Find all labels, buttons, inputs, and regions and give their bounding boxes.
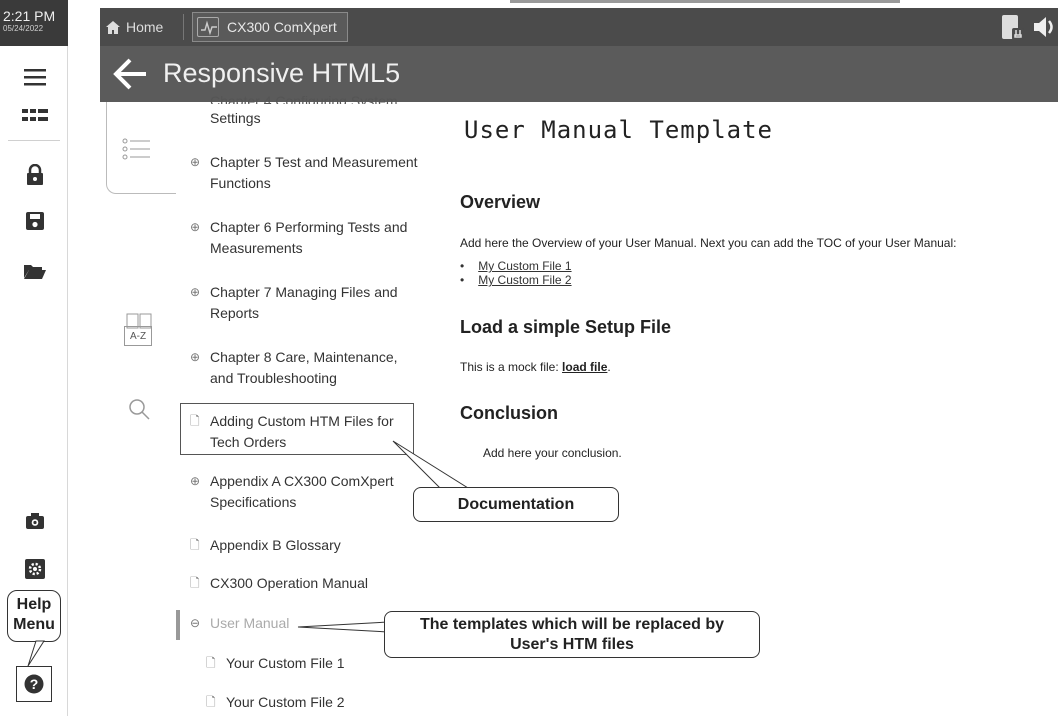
arrow-left-icon xyxy=(113,58,146,90)
expand-plus-icon: ⊕ xyxy=(190,285,201,299)
documentation-callout: Documentation xyxy=(413,487,619,522)
toc-item-label: and Troubleshooting xyxy=(210,370,337,386)
highlight-box xyxy=(180,403,414,455)
setup-paragraph: This is a mock file: load file. xyxy=(460,360,611,374)
toc-item-label: Settings xyxy=(210,110,261,126)
setup-text: This is a mock file: xyxy=(460,360,559,374)
help-callout-line1: Help xyxy=(16,596,52,613)
toc-item-appendix-b[interactable]: 🗋 Appendix B Glossary xyxy=(190,535,430,556)
expand-plus-icon: ⊕ xyxy=(190,350,201,364)
link-custom-file-2[interactable]: My Custom File 2 xyxy=(478,273,571,287)
clock-time: 2:21 PM xyxy=(3,8,56,24)
home-tab[interactable]: Home xyxy=(106,14,163,40)
page-icon: 🗋 xyxy=(206,695,216,709)
home-icon xyxy=(106,20,120,34)
toc-list-icon[interactable] xyxy=(122,138,150,160)
toc-item-appendix-a[interactable]: ⊕ Appendix A CX300 ComXpert Specification… xyxy=(190,471,430,513)
screenshot-icon[interactable] xyxy=(22,508,48,534)
help-menu-callout: Help Menu xyxy=(7,590,61,642)
toc-item-label: Chapter 7 Managing Files and xyxy=(210,284,398,300)
list-item: • My Custom File 2 xyxy=(460,273,572,287)
svg-text:?: ? xyxy=(30,676,39,692)
status-icons xyxy=(1000,12,1058,42)
toc-item-label: Your Custom File 1 xyxy=(226,655,345,671)
nav-icon-column: A-Z xyxy=(100,102,176,716)
lock-icon[interactable] xyxy=(22,162,48,188)
speaker-icon xyxy=(1034,17,1053,37)
toc-item-label: Appendix A CX300 ComXpert xyxy=(210,473,394,489)
list-item: • My Custom File 1 xyxy=(460,259,572,273)
toc-item-chapter-5[interactable]: ⊕ Chapter 5 Test and Measurement Function… xyxy=(190,152,430,194)
setup-heading: Load a simple Setup File xyxy=(460,317,672,337)
toc-item-label: User Manual xyxy=(210,615,290,631)
toc-item-label: Measurements xyxy=(210,240,303,256)
templates-callout-line2: User's HTM files xyxy=(510,636,634,653)
page-icon: 🗋 xyxy=(190,538,200,552)
book-icon[interactable] xyxy=(126,312,152,330)
toc-item-label: Functions xyxy=(210,175,271,191)
toc-item-cut-off[interactable]: Chapter 4 Configuring System xyxy=(210,92,398,104)
templates-callout: The templates which will be replaced by … xyxy=(384,611,760,658)
folder-open-icon[interactable] xyxy=(22,258,48,284)
expand-plus-icon: ⊕ xyxy=(190,155,201,169)
status-clock: 2:21 PM 05/24/2022 xyxy=(0,0,68,46)
overview-heading: Overview xyxy=(460,192,541,212)
link-custom-file-1[interactable]: My Custom File 1 xyxy=(478,259,571,273)
toc-item-label: Chapter 5 Test and Measurement xyxy=(210,154,418,170)
toc-item-label: Specifications xyxy=(210,494,297,510)
top-indicator-line xyxy=(510,0,900,3)
app-signal-icon xyxy=(197,17,219,37)
overview-text: Add here the Overview of your User Manua… xyxy=(460,236,957,250)
app-tab[interactable]: CX300 ComXpert xyxy=(192,12,348,42)
help-icon: ? xyxy=(24,674,44,694)
page-icon: 🗋 xyxy=(190,576,200,590)
rail-divider xyxy=(8,140,60,141)
home-tab-label: Home xyxy=(126,19,164,35)
conclusion-heading: Conclusion xyxy=(460,403,558,423)
toc-item-label: Reports xyxy=(210,305,260,321)
load-file-link[interactable]: load file xyxy=(562,360,607,374)
toc-item-label: Chapter 8 Care, Maintenance, xyxy=(210,349,398,365)
toc-item-chapter-4[interactable]: Settings xyxy=(190,108,430,129)
toc-item-chapter-6[interactable]: ⊕ Chapter 6 Performing Tests and Measurem… xyxy=(190,217,430,259)
expand-plus-icon: ⊕ xyxy=(190,220,201,234)
help-callout-line2: Menu xyxy=(13,616,55,633)
toc-item-operation-manual[interactable]: 🗋 CX300 Operation Manual xyxy=(190,573,430,594)
toc-item-custom-file-2[interactable]: 🗋 Your Custom File 2 xyxy=(206,692,446,713)
top-bar: Home CX300 ComXpert xyxy=(100,0,1058,46)
toc-item-label: Your Custom File 2 xyxy=(226,694,345,710)
document-title: User Manual Template xyxy=(464,116,773,144)
settings-icon[interactable] xyxy=(22,556,48,582)
page-title: Responsive HTML5 xyxy=(163,58,401,88)
menu-icon[interactable] xyxy=(22,64,48,90)
page-icon: 🗋 xyxy=(206,656,216,670)
selected-indicator xyxy=(176,610,180,640)
system-rail: 2:21 PM 05/24/2022 Help Menu ? xyxy=(0,0,68,716)
templates-callout-line1: The templates which will be replaced by xyxy=(419,616,725,633)
toc-item-chapter-7[interactable]: ⊕ Chapter 7 Managing Files and Reports xyxy=(190,282,430,324)
back-button[interactable] xyxy=(110,56,150,92)
grid-icon[interactable] xyxy=(22,103,48,129)
toc-item-chapter-8[interactable]: ⊕ Chapter 8 Care, Maintenance, and Troubl… xyxy=(190,347,430,389)
help-button[interactable]: ? xyxy=(16,666,52,702)
clock-date: 05/24/2022 xyxy=(3,24,44,33)
toc-item-label: Appendix B Glossary xyxy=(210,537,341,553)
battery-icon xyxy=(1002,15,1024,40)
app-tab-label: CX300 ComXpert xyxy=(227,19,337,35)
bullet: • xyxy=(460,259,465,273)
tab-separator xyxy=(183,14,184,40)
save-icon[interactable] xyxy=(22,208,48,234)
bullet: • xyxy=(460,273,465,287)
toc-item-label: Chapter 6 Performing Tests and xyxy=(210,219,408,235)
conclusion-text: Add here your conclusion. xyxy=(483,446,622,460)
search-icon[interactable] xyxy=(128,398,150,420)
expand-plus-icon: ⊕ xyxy=(190,474,201,488)
collapse-minus-icon: ⊖ xyxy=(190,616,201,630)
setup-end: . xyxy=(607,360,611,374)
toc-item-label: CX300 Operation Manual xyxy=(210,575,368,591)
